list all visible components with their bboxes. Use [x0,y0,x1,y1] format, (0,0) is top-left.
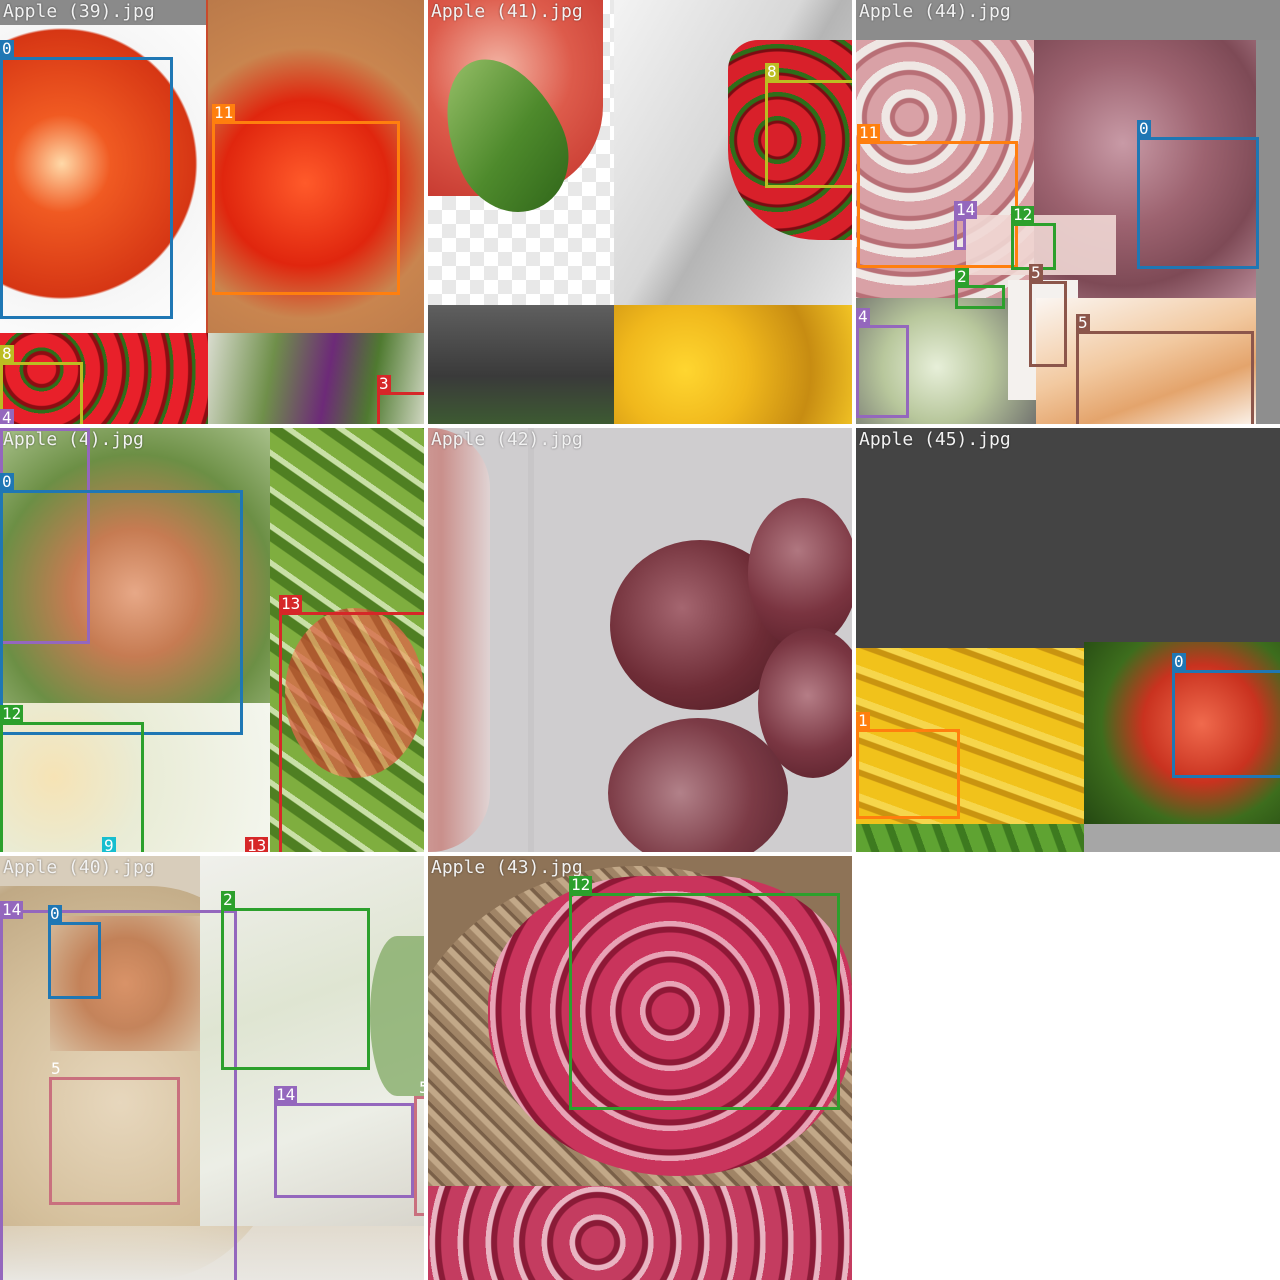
image-patch-left-apple [428,428,490,852]
image-patch-right-edge [1256,40,1280,424]
detection-box: 5 [414,1079,424,1216]
detection-box: 1 [856,712,960,819]
image-patch-onion-2 [748,498,852,648]
detection-class-label: 8 [765,62,779,81]
detection-class-label: 14 [274,1085,298,1104]
tile-filename: Apple (43).jpg [431,857,583,878]
detection-box: 2 [955,268,1005,309]
detection-box: 2 [221,891,370,1070]
detection-class-label: 11 [857,123,881,142]
detection-box: 8 [765,63,852,188]
image-patch-left-border [528,428,534,852]
tile-filename: Apple (44).jpg [859,1,1011,22]
detection-class-label: 0 [1137,119,1151,138]
detection-box: 12 [569,876,840,1110]
image-patch-okra-strip [856,824,1084,852]
detection-box: 14 [274,1086,414,1198]
mosaic-tile-apple-42: Apple (42).jpg [428,428,852,852]
detection-class-label: 14 [954,200,978,219]
detection-class-label: 14 [0,900,24,919]
tile-filename: Apple (42).jpg [431,429,583,450]
image-patch-dark-room [428,305,614,424]
detection-box: 3 [377,375,424,424]
detection-class-label: 2 [221,890,235,909]
image-patch-leaf-right [370,936,424,1096]
tile-filename: Apple (41).jpg [431,1,583,22]
detection-box: 4 [856,308,909,418]
detection-class-label: 9 [102,837,116,852]
mosaic-empty-cell [856,856,1280,1280]
mosaic-tile-apple-41: Apple (41).jpg 8 [428,0,852,424]
detection-box: 0 [0,40,173,319]
tile-filename: Apple (45).jpg [859,429,1011,450]
tile-filename: Apple (39).jpg [3,1,155,22]
detection-box: 11 [212,104,400,295]
detection-class-label: 0 [0,472,14,491]
detection-class-label: 12 [1011,205,1035,224]
detection-class-label: 5 [1029,263,1043,282]
detection-class-label: 0 [0,39,14,58]
detection-box: 13 [279,595,424,852]
detection-class-label: 0 [1172,652,1186,671]
detection-class-label: 11 [212,103,236,122]
mosaic-grid: Apple (39).jpg 0 11 8 4 3 Apple (41).jpg… [0,0,1280,1280]
detection-box: 5 [1029,264,1067,367]
detection-box: 5 [1076,314,1254,424]
detection-class-label: 12 [569,875,593,894]
mosaic-tile-apple-43: Apple (43).jpg 12 [428,856,852,1280]
detection-box: 14 [954,201,978,250]
detection-class-label: 3 [377,374,391,393]
detection-class-label: 4 [0,409,14,424]
image-patch-onions-bottom [428,1186,852,1280]
image-patch-grey-strip [1084,824,1280,852]
detection-class-label: 13 [245,837,269,852]
detection-box: 0 [1172,653,1280,778]
tile-filename: Apple (40).jpg [3,857,155,878]
detection-box: 11 [857,124,1018,268]
detection-class-label: 5 [419,1078,424,1097]
detection-class-label: 5 [1076,313,1090,332]
detection-class-label: 5 [51,1059,61,1078]
mosaic-tile-apple-45: Apple (45).jpg 0 1 [856,428,1280,852]
detection-class-label: 4 [856,307,870,326]
mosaic-tile-apple-44: Apple (44).jpg 0 11 14 12 2 5 5 4 [856,0,1280,424]
detection-class-label: 2 [955,267,969,286]
image-patch-mangoes [614,305,852,424]
mosaic-tile-apple-4: Apple (4).jpg 0 13 12 9 13 [0,428,424,852]
detection-class-label: 12 [0,704,24,723]
detection-class-label: 8 [0,344,14,363]
detection-box: 12 [0,705,144,852]
mosaic-tile-apple-39: Apple (39).jpg 0 11 8 4 3 [0,0,424,424]
mosaic-tile-apple-40: Apple (40).jpg 14 0 2 5 14 5 [0,856,424,1280]
detection-box: 5 [49,1060,180,1205]
detection-box: 0 [1137,120,1259,269]
detection-class-label: 13 [279,594,303,613]
detection-class-label: 0 [48,904,62,923]
detection-box: 0 [48,905,101,999]
detection-class-label: 1 [856,711,870,730]
detection-box: 0 [0,473,243,735]
